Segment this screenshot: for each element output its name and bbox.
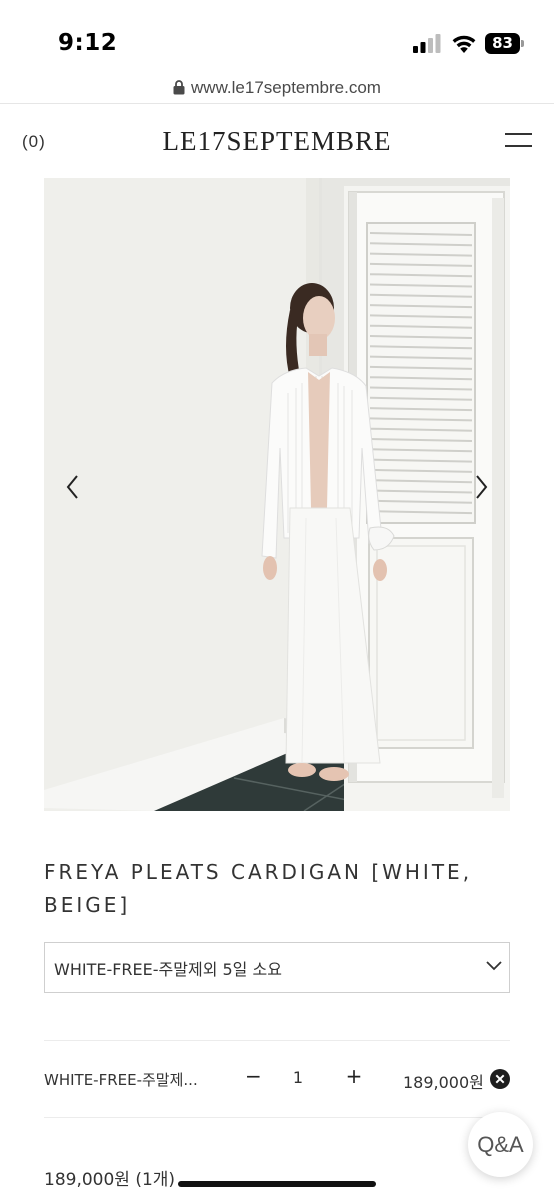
divider bbox=[44, 1117, 510, 1118]
product-photo bbox=[44, 178, 510, 811]
qa-button[interactable]: Q&A bbox=[468, 1112, 533, 1177]
chevron-down-icon bbox=[486, 961, 502, 971]
selected-line-item: WHITE-FREE-주말제... − 1 + 189,000원 bbox=[44, 1064, 514, 1092]
lock-icon bbox=[173, 79, 185, 94]
wifi-icon bbox=[452, 35, 476, 53]
battery-indicator: 83 bbox=[485, 33, 524, 54]
chevron-right-icon[interactable] bbox=[469, 472, 493, 502]
battery-cap bbox=[521, 40, 524, 47]
total-price: 189,000원 (1개) bbox=[44, 1170, 176, 1190]
url-text: www.le17septembre.com bbox=[191, 78, 381, 97]
status-time: 9:12 bbox=[58, 30, 118, 56]
hamburger-menu-icon[interactable] bbox=[505, 133, 532, 149]
line-item-name: WHITE-FREE-주말제... bbox=[44, 1071, 198, 1089]
quantity-increase-button[interactable]: + bbox=[345, 1064, 363, 1088]
chevron-left-icon[interactable] bbox=[61, 472, 85, 502]
option-selected-value: WHITE-FREE-주말제외 5일 소요 bbox=[54, 959, 282, 979]
status-bar: 9:12 83 bbox=[0, 0, 554, 70]
product-title: FREYA PLEATS CARDIGAN [WHITE, BEIGE] bbox=[44, 860, 473, 917]
option-select[interactable]: WHITE-FREE-주말제외 5일 소요 bbox=[44, 942, 510, 993]
quantity-decrease-button[interactable]: − bbox=[245, 1064, 262, 1088]
address-bar-divider bbox=[0, 103, 554, 104]
quantity-value[interactable]: 1 bbox=[292, 1068, 304, 1087]
address-bar[interactable]: www.le17septembre.com bbox=[0, 72, 554, 104]
line-item-price: 189,000원 bbox=[403, 1073, 484, 1092]
close-circle-icon[interactable] bbox=[490, 1069, 510, 1089]
divider bbox=[44, 1040, 510, 1041]
cellular-signal-icon bbox=[413, 34, 441, 53]
home-indicator bbox=[178, 1181, 376, 1187]
product-image[interactable] bbox=[44, 178, 510, 811]
battery-level: 83 bbox=[492, 34, 513, 52]
site-logo[interactable]: LE17SEPTEMBRE bbox=[0, 126, 554, 157]
